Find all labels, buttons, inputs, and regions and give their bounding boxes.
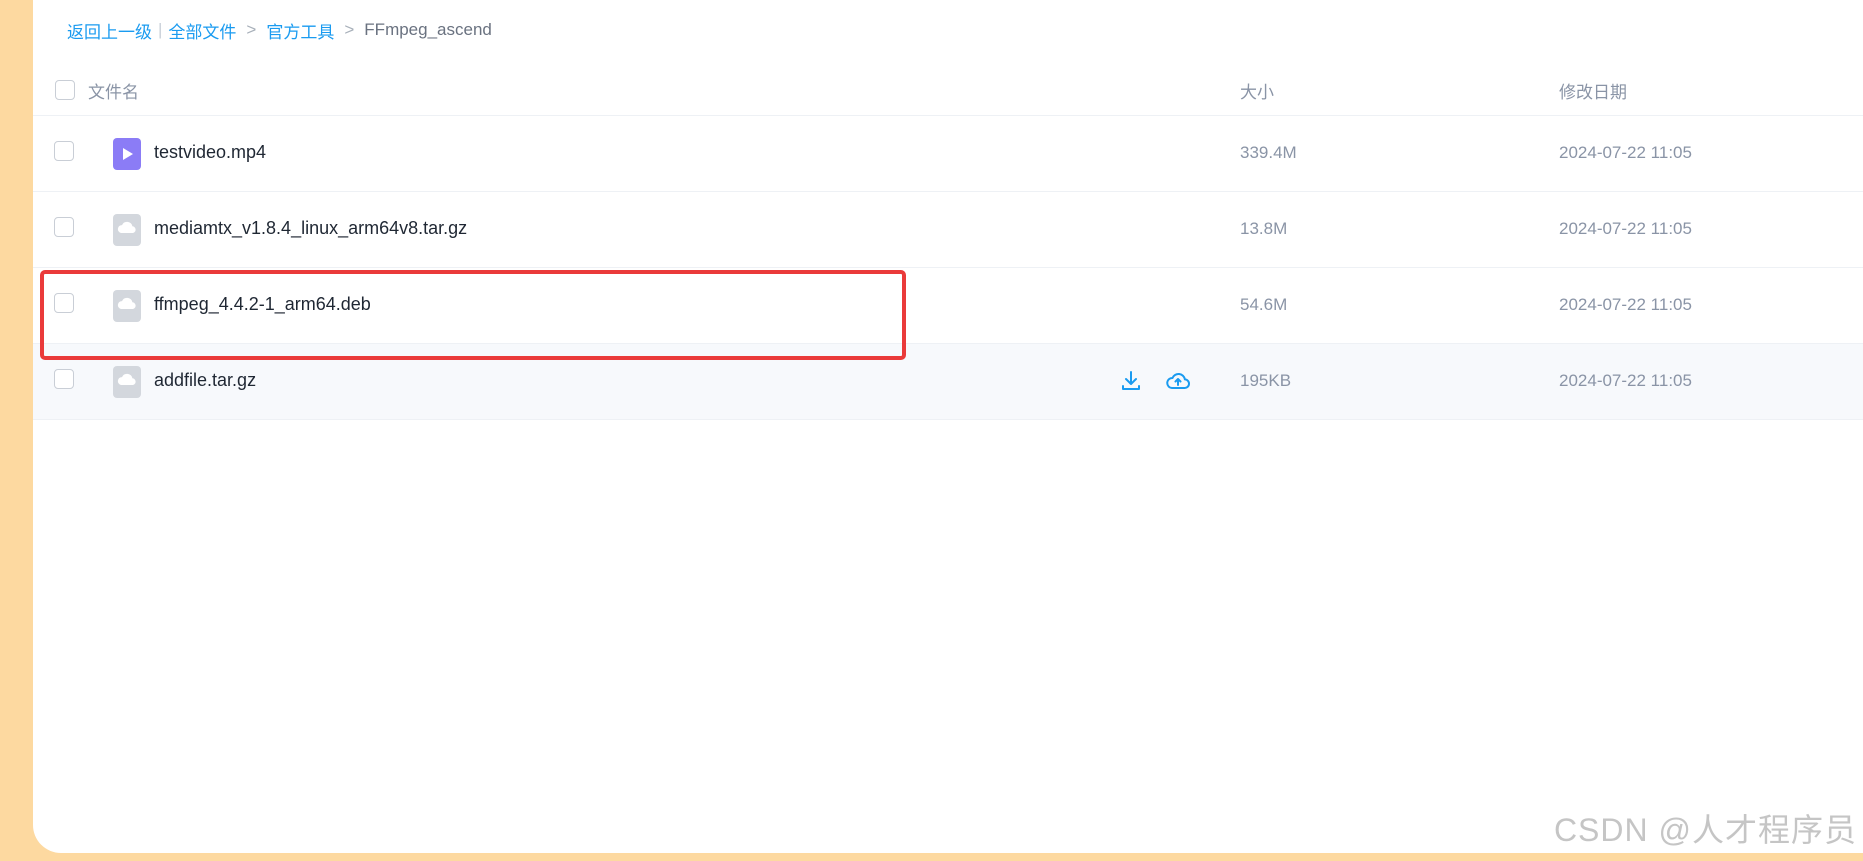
breadcrumb-divider: | (158, 20, 163, 39)
breadcrumb-separator: > (246, 20, 257, 39)
video-file-icon (113, 138, 141, 170)
file-name[interactable]: testvideo.mp4 (154, 142, 266, 163)
table-header: 文件名 大小 修改日期 (33, 64, 1863, 116)
file-name[interactable]: addfile.tar.gz (154, 370, 256, 391)
back-link[interactable]: 返回上一级 (67, 18, 152, 43)
file-size: 339.4M (1240, 143, 1297, 162)
cloud-file-icon (113, 214, 141, 246)
table-row[interactable]: testvideo.mp4 339.4M 2024-07-22 11:05 (33, 116, 1863, 192)
header-size[interactable]: 大小 (1240, 78, 1274, 103)
row-checkbox[interactable] (54, 217, 74, 237)
file-date: 2024-07-22 11:05 (1559, 295, 1692, 314)
row-checkbox[interactable] (54, 141, 74, 161)
header-modified-date[interactable]: 修改日期 (1559, 78, 1627, 103)
file-name[interactable]: mediamtx_v1.8.4_linux_arm64v8.tar.gz (154, 218, 467, 239)
row-checkbox[interactable] (54, 369, 74, 389)
breadcrumb-current: FFmpeg_ascend (364, 20, 492, 39)
table-row[interactable]: mediamtx_v1.8.4_linux_arm64v8.tar.gz 13.… (33, 192, 1863, 268)
breadcrumb-official-tools[interactable]: 官方工具 (266, 18, 334, 43)
header-filename[interactable]: 文件名 (88, 78, 139, 103)
breadcrumb: 返回上一级 | 全部文件 > 官方工具 > FFmpeg_ascend (67, 18, 492, 42)
file-size: 195KB (1240, 371, 1292, 390)
file-date: 2024-07-22 11:05 (1559, 219, 1692, 238)
highlight-box (40, 270, 906, 360)
file-size: 13.8M (1240, 219, 1288, 238)
file-date: 2024-07-22 11:05 (1559, 371, 1692, 390)
select-all-checkbox[interactable] (55, 80, 75, 100)
save-to-cloud-icon[interactable] (1165, 368, 1191, 394)
file-date: 2024-07-22 11:05 (1559, 143, 1692, 162)
breadcrumb-all-files[interactable]: 全部文件 (168, 18, 236, 43)
download-icon[interactable] (1118, 368, 1144, 394)
breadcrumb-separator: > (344, 20, 355, 39)
cloud-file-icon (113, 366, 141, 398)
file-browser-panel: 返回上一级 | 全部文件 > 官方工具 > FFmpeg_ascend 文件名 … (33, 0, 1863, 853)
file-size: 54.6M (1240, 295, 1288, 314)
watermark: CSDN @人才程序员 (1553, 812, 1857, 848)
